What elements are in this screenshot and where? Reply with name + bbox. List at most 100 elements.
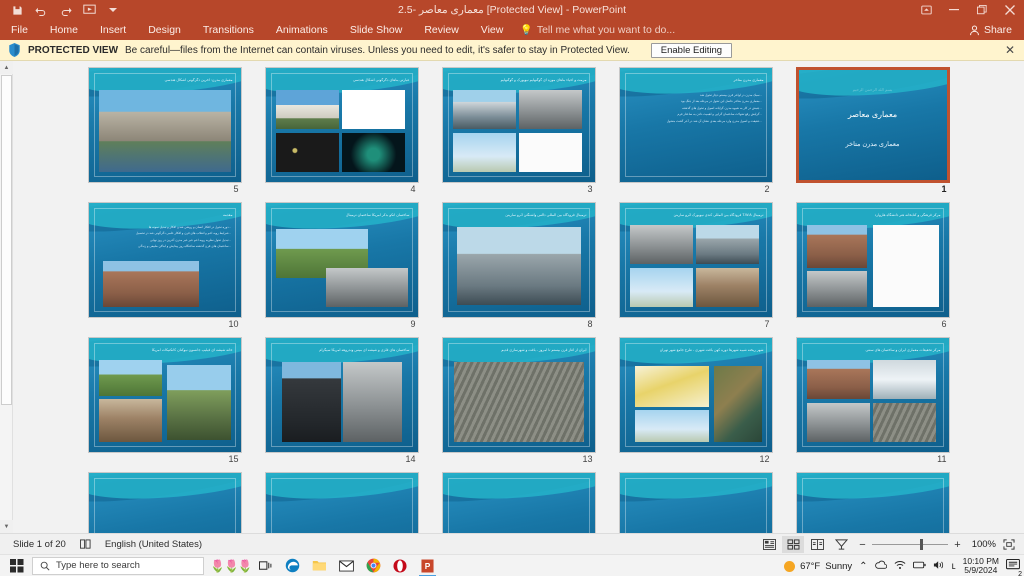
zoom-in-button[interactable]: + [953,539,962,551]
tab-file[interactable]: File [0,20,39,40]
chrome-icon[interactable] [360,555,387,576]
close-button[interactable] [996,0,1024,20]
task-view-button[interactable] [252,555,279,576]
slide-ghost-text: بسم الله الرحمن الرحیم [852,87,893,92]
slide-number: 12 [759,454,770,464]
slide-number: 4 [410,184,416,194]
slide-thumbnail-18[interactable] [441,472,596,533]
notification-center-icon[interactable]: 2 [1006,558,1024,576]
onedrive-icon[interactable] [874,560,887,572]
zoom-knob[interactable] [920,539,923,550]
slide-number: 7 [764,319,770,329]
battery-icon[interactable] [912,561,926,572]
opera-icon[interactable] [387,555,414,576]
language-indicator[interactable]: English (United States) [98,539,209,550]
start-from-beginning-icon[interactable] [78,1,100,19]
volume-icon[interactable] [933,560,945,573]
scrollbar-thumb[interactable] [1,75,12,405]
slide-title: ترمینال T.W.A فرودگاه بین المللی کندی نی… [673,213,764,217]
slide-thumbnail-10[interactable]: مقدمه - دوره تحول در افکار انسان و روشن … [87,202,242,330]
vertical-scrollbar[interactable]: ▲ ▼ [0,61,13,533]
slide-title: ترمینال فرودگاه بین المللی دالس واشنگتن … [505,213,587,217]
tab-design[interactable]: Design [137,20,192,40]
redo-icon[interactable] [54,1,76,19]
powerpoint-icon[interactable]: P [414,555,441,576]
tab-transitions[interactable]: Transitions [192,20,265,40]
share-button[interactable]: Share [963,21,1018,39]
slide-image [806,225,868,268]
tab-review[interactable]: Review [413,20,469,40]
slide-thumbnail-2[interactable]: معماری مدرن متاخر - سبک مدرن در اواخر قر… [618,67,773,195]
fit-to-window-icon[interactable] [998,536,1020,553]
file-explorer-icon[interactable] [306,555,333,576]
slide-thumbnail-7[interactable]: ترمینال T.W.A فرودگاه بین المللی کندی نی… [618,202,773,330]
customize-quick-access-icon[interactable] [102,1,124,19]
slide-thumbnail-1[interactable]: بسم الله الرحمن الرحیم معماری معاصر معما… [795,67,950,195]
scroll-up-icon[interactable]: ▲ [0,61,13,74]
search-input[interactable]: Type here to search [32,556,204,575]
close-protected-view-bar-icon[interactable]: ✕ [1005,44,1015,56]
slide-thumbnail-13[interactable]: ایران از آغاز قرن بیستم تا امروز - بافت … [441,337,596,465]
slide-count[interactable]: Slide 1 of 20 [6,539,73,550]
slide-thumbnail-14[interactable]: ساختمان های فلزی و شیشه ای میس وندروهه آ… [264,337,419,465]
slide-title: معماری مدرن: آخرین دگرگونی اشکال هندسی [164,78,233,82]
restore-button[interactable] [968,0,996,20]
save-icon[interactable] [6,1,28,19]
undo-icon[interactable] [30,1,52,19]
sun-icon [784,560,796,572]
slide-sorter-view-button[interactable] [782,536,804,553]
slide-thumbnail-16[interactable] [795,472,950,533]
scroll-down-icon[interactable]: ▼ [0,520,13,533]
tab-insert[interactable]: Insert [89,20,137,40]
status-bar-right: − + 100% [758,534,1020,555]
slide-thumbnail-8[interactable]: ترمینال فرودگاه بین المللی دالس واشنگتن … [441,202,596,330]
zoom-slider[interactable]: − + [858,539,962,551]
slide-thumbnail-3[interactable]: مرمت و احیاء بناهای موزه ای گوگنهایم نیو… [441,67,596,195]
slide-number: 14 [405,454,416,464]
slide-show-button[interactable] [830,536,852,553]
slide-title: عبارتی بناهای دگرگونی اشکال هندسی [353,78,410,82]
tab-animations[interactable]: Animations [265,20,339,40]
weather-widget[interactable]: 67°F Sunny [784,560,852,572]
slide-thumbnail-6[interactable]: مرکز فرهنگی و کتابخانه هنر دانشگاه هاروا… [795,202,950,330]
zoom-level[interactable]: 100% [968,539,996,550]
accessibility-checker-icon[interactable] [73,538,98,550]
tab-view[interactable]: View [470,20,515,40]
tell-me-placeholder: Tell me what you want to do... [536,24,676,36]
slide-thumbnail-19[interactable] [264,472,419,533]
network-icon[interactable] [894,560,906,573]
tab-home[interactable]: Home [39,20,89,40]
slide-title: معماری مدرن متاخر [733,78,764,82]
edge-icon[interactable] [279,555,306,576]
slide-thumbnail-9[interactable]: ساختمان اتکو بدکر آمریکا ساختمان ترمینال… [264,202,419,330]
slide-image [452,90,516,130]
protected-view-message: Be careful—files from the Internet can c… [125,44,630,56]
clock[interactable]: 10:10 PM 5/9/2024 [963,557,999,575]
tulips-widget[interactable]: 🌷🌷🌷 [210,559,253,573]
slide-image [518,90,583,130]
slide-thumbnail-15[interactable]: خانه شیشه ای فیلیپ جانسون نیوکنان کانکتی… [87,337,242,465]
start-icon[interactable] [4,555,30,576]
tell-me-search[interactable]: 💡 Tell me what you want to do... [520,24,675,36]
slide-image [275,132,339,172]
normal-view-button[interactable] [758,536,780,553]
slide-thumbnail-12[interactable]: شهر ریخته شبیه شهرها دوره کهن بافت شهری … [618,337,773,465]
slide-thumbnail-11[interactable]: مرکز تحقیقات معماری ایران و ساختمان های … [795,337,950,465]
slide-title: شهر ریخته شبیه شهرها دوره کهن بافت شهری … [659,348,764,352]
slide-thumbnail-5[interactable]: معماری مدرن: آخرین دگرگونی اشکال هندسی 5 [87,67,242,195]
tab-slide-show[interactable]: Slide Show [339,20,414,40]
reading-view-button[interactable] [806,536,828,553]
mail-icon[interactable] [333,555,360,576]
zoom-out-button[interactable]: − [858,539,867,551]
person-icon [970,25,979,35]
slide-thumbnail-4[interactable]: عبارتی بناهای دگرگونی اشکال هندسی 4 [264,67,419,195]
input-indicator[interactable]: ʟ [952,561,956,572]
ribbon-display-options-icon[interactable] [912,0,940,20]
enable-editing-button[interactable]: Enable Editing [650,42,733,58]
slide-thumbnail-17[interactable] [618,472,773,533]
slide-thumbnail-20[interactable] [87,472,242,533]
show-hidden-icons-chevron[interactable]: ⌃ [859,561,867,572]
minimize-button[interactable] [940,0,968,20]
zoom-track[interactable] [872,539,948,550]
search-placeholder: Type here to search [56,560,140,571]
